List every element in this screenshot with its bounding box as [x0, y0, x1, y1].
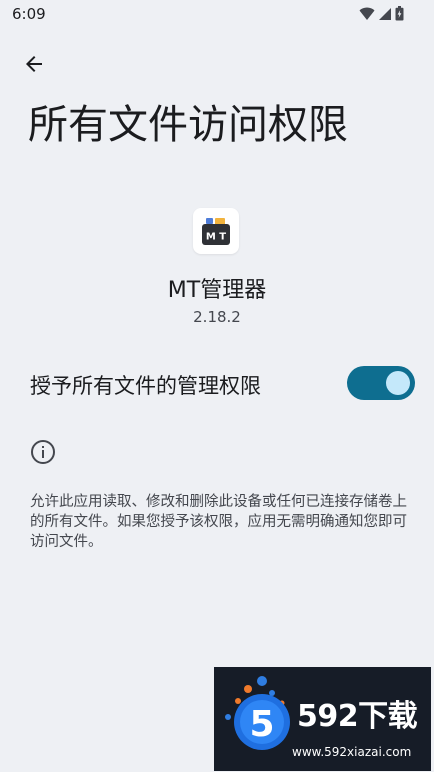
app-name: MT管理器	[167, 278, 267, 303]
592-logo-icon: 5	[225, 676, 290, 750]
cellular-signal-icon	[379, 7, 391, 20]
status-time: 6:09	[12, 5, 46, 23]
all-files-access-row[interactable]: 授予所有文件的管理权限	[0, 360, 434, 408]
app-icon: M T	[193, 208, 239, 254]
arrow-back-icon	[26, 56, 42, 72]
permission-label: 授予所有文件的管理权限	[30, 374, 261, 398]
mt-manager-logo: M T	[202, 218, 230, 245]
watermark-brand: 592下载	[297, 699, 418, 734]
battery-icon	[395, 6, 404, 21]
status-icons	[359, 6, 404, 21]
watermark-url: www.592xiazai.com	[292, 745, 412, 759]
page-title: 所有文件访问权限	[28, 102, 348, 148]
watermark: 5 592下载 www.592xiazai.com	[214, 667, 431, 771]
app-version: 2.18.2	[193, 308, 241, 326]
permission-description: 允许此应用读取、修改和删除此设备或任何已连接存储卷上的所有文件。如果您授予该权限…	[30, 494, 407, 550]
back-button[interactable]	[16, 46, 52, 82]
toggle-knob	[386, 371, 410, 395]
svg-text:M T: M T	[206, 232, 226, 243]
all-files-access-toggle[interactable]	[347, 366, 415, 400]
info-icon	[31, 440, 55, 464]
wifi-icon	[359, 7, 375, 20]
status-bar: 6:09	[0, 0, 434, 30]
watermark-logo-digit: 5	[249, 704, 274, 745]
